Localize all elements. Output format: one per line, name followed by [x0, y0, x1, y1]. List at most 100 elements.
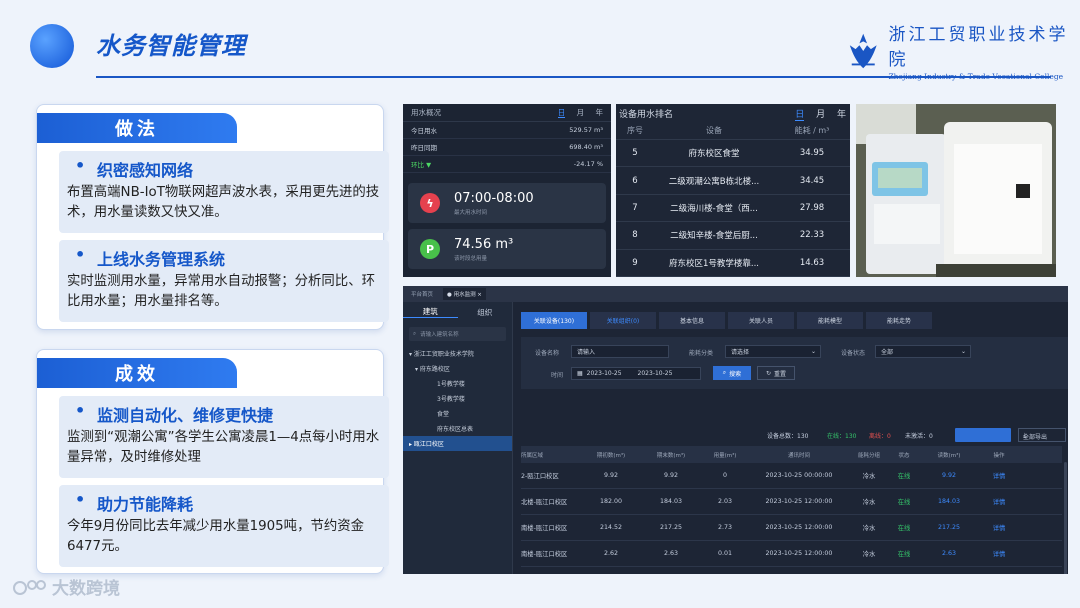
tree-node[interactable]: 1号教学楼 — [403, 376, 512, 391]
table-row: 南楼-瓯江口校区387.12387.490.372023-10-25 12:00… — [521, 567, 1062, 574]
cell-group: 冷水 — [862, 499, 876, 506]
cell-end: 2.63 — [663, 550, 679, 557]
tree-node[interactable]: ▾ 府东路校区 — [403, 361, 512, 376]
category-label: 能耗分类 — [689, 350, 714, 357]
ranking-row: 6 二级观潮公寓B栋北楼... 34.45 — [616, 167, 850, 195]
col-area: 所属区域 — [521, 452, 544, 459]
overview-row-value: 529.57 m³ — [569, 126, 603, 134]
ranking-device: 府东校区食堂 — [688, 149, 740, 160]
cell-comm-time: 2023-10-25 12:00:00 — [765, 550, 833, 557]
table-header-row: 所属区域 期初数(m³) 期末数(m³) 用量(m³) 通讯时间 能耗分组 状态… — [521, 446, 1062, 463]
category-select[interactable]: 请选择 ⌄ — [725, 345, 821, 358]
cell-detail-link[interactable]: 详情 — [979, 471, 1019, 480]
cell-group: 冷水 — [862, 473, 876, 480]
tab-basic-info[interactable]: 基本信息 — [659, 312, 725, 329]
col-end: 期末数(m³) — [656, 452, 686, 459]
cell-detail-link[interactable]: 详情 — [979, 497, 1019, 506]
building-search-input[interactable]: ⌕ 请输入建筑名称 — [409, 327, 506, 341]
tab-platform-home[interactable]: 平台首页 — [407, 288, 437, 300]
result-item: 监测自动化、维修更快捷 监测到“观潮公寓”各学生公寓凌晨1—4点每小时用水量异常… — [59, 396, 389, 478]
water-overview-panel: 用水概况 日 月 年 今日用水 529.57 m³ 昨日同期 698.40 m³ 环… — [403, 104, 611, 277]
chevron-down-icon: ⌄ — [810, 348, 816, 355]
date-range-picker[interactable]: ▦ 2023-10-25 2023-10-25 — [571, 367, 701, 380]
cell-end: 9.92 — [663, 472, 679, 479]
tab-related-people[interactable]: 关联人员 — [728, 312, 794, 329]
side-tab-building[interactable]: 建筑 — [403, 306, 458, 318]
table-row: 2-瓯江口校区 9.92 9.92 0 2023-10-25 00:00:00 冷水 在线 9… — [521, 463, 1062, 489]
cell-comm-time: 2023-10-25 00:00:00 — [765, 472, 833, 479]
tab-energy-trend[interactable]: 能耗走势 — [866, 312, 932, 329]
overview-row: 昨日同期 698.40 m³ — [403, 139, 611, 156]
result-item-body: 监测到“观潮公寓”各学生公寓凌晨1—4点每小时用水量异常，及时维修处理 — [67, 430, 380, 465]
ranking-no: 7 — [632, 202, 638, 213]
ranking-row: 9 府东校区1号教学楼靠... 14.63 — [616, 250, 850, 277]
overview-row-label: 今日用水 — [411, 127, 437, 135]
device-online: 在线：130 — [827, 433, 857, 440]
col-reading: 读数(m³) — [937, 452, 961, 459]
tree-node[interactable]: 府东校区总表 — [403, 421, 512, 436]
cell-start: 182.00 — [599, 498, 623, 505]
ranking-tab-year[interactable]: 年 — [837, 110, 846, 120]
peak-time-label: 最大用水时间 — [454, 209, 488, 216]
device-name-input[interactable]: 请输入 — [571, 345, 669, 358]
ranking-value: 34.95 — [799, 148, 825, 159]
period-total-box: P 74.56 m³ 该时段总用量 — [408, 229, 606, 269]
ranking-tab-day[interactable]: 日 — [795, 109, 805, 121]
cell-comm-time: 2023-10-25 12:00:00 — [765, 524, 833, 531]
tab-water-monitor[interactable]: ● 用水监测 × — [443, 288, 486, 300]
cell-reading: 184.03 — [937, 498, 961, 505]
tree-node[interactable]: ▾ 浙江工贸职业技术学院 — [403, 346, 512, 361]
overview-tab-day[interactable]: 日 — [557, 108, 566, 118]
status-select-value: 全部 — [881, 349, 894, 356]
table-row: 北楼-瓯江口校区 182.00 184.03 2.03 2023-10-25 12:00… — [521, 489, 1062, 515]
result-item: 助力节能降耗 今年9月份同比去年减少用水量1905吨，节约资金6477元。 — [59, 485, 389, 567]
ranking-value: 14.63 — [799, 257, 825, 268]
cell-detail-link[interactable]: 详情 — [979, 549, 1019, 558]
cell-end: 184.03 — [659, 498, 683, 505]
ranking-tab-month[interactable]: 月 — [816, 110, 825, 120]
method-item: 织密感知网络 布置高端NB-IoT物联网超声波水表，采用更先进的技术，用水量读数… — [59, 151, 389, 233]
table-row: 南楼-瓯江口校区 2.62 2.63 0.01 2023-10-25 12:00:00 冷… — [521, 541, 1062, 567]
tree-node[interactable]: 食堂 — [403, 406, 512, 421]
filter-panel: 设备名称 请输入 能耗分类 请选择 ⌄ 设备状态 全部 ⌄ 时间 ▦ 2023-10… — [521, 337, 1068, 389]
device-table: 所属区域 期初数(m³) 期末数(m³) 用量(m³) 通讯时间 能耗分组 状态… — [521, 446, 1062, 574]
side-tab-organization[interactable]: 组织 — [458, 307, 513, 318]
overview-row: 今日用水 529.57 m³ — [403, 122, 611, 139]
tab-related-orgs[interactable]: 关联组织(0) — [590, 312, 656, 329]
overview-row-value: 698.40 m³ — [569, 143, 603, 151]
reset-button[interactable]: ↻ 重置 — [757, 366, 795, 380]
cell-reading: 9.92 — [941, 472, 957, 479]
col-action: 操作 — [993, 452, 1005, 459]
overview-tab-year[interactable]: 年 — [596, 108, 604, 117]
main-tabs: 关联设备(130) 关联组织(0) 基本信息 关联人员 能耗模型 能耗走势 — [521, 312, 1068, 329]
tree-node-selected[interactable]: ▸ 瓯江口校区 — [403, 436, 512, 451]
system-tab-bar: 平台首页 ● 用水监测 × — [403, 286, 1068, 302]
result-item-title: 监测自动化、维修更快捷 — [67, 401, 381, 426]
date-from: 2023-10-25 — [586, 370, 622, 377]
search-button[interactable]: ⌕ 搜索 — [713, 366, 751, 380]
overview-row-label: 昨日同期 — [411, 144, 437, 152]
method-item-body: 实时监测用水量，异常用水自动报警；分析同比、环比用水量；用水量排名等。 — [67, 274, 375, 309]
export-all-button[interactable]: ⤓ 全部导出 — [1018, 428, 1066, 442]
ranking-col-device: 设备 — [706, 126, 722, 135]
watermark-text: 大数跨境 — [52, 579, 120, 599]
batch-action-button[interactable] — [955, 428, 1011, 442]
device-offline: 离线：0 — [869, 433, 891, 440]
table-row: 南楼-瓯江口校区 214.52 217.25 2.73 2023-10-25 12:00… — [521, 515, 1062, 541]
tab-related-devices[interactable]: 关联设备(130) — [521, 312, 587, 329]
peak-time-box: ϟ 07:00-08:00 最大用水时间 — [408, 183, 606, 223]
time-label: 时间 — [551, 372, 564, 379]
status-label: 设备状态 — [841, 350, 866, 357]
col-usage: 用量(m³) — [713, 452, 737, 459]
result-item-body: 今年9月份同比去年减少用水量1905吨，节约资金6477元。 — [67, 519, 365, 554]
cell-detail-link[interactable]: 详情 — [979, 523, 1019, 532]
table-scrollbar[interactable] — [1064, 462, 1067, 574]
tree-node[interactable]: 3号教学楼 — [403, 391, 512, 406]
status-select[interactable]: 全部 ⌄ — [875, 345, 971, 358]
tab-energy-model[interactable]: 能耗模型 — [797, 312, 863, 329]
period-total-label: 该时段总用量 — [454, 255, 488, 262]
ranking-col-no: 序号 — [627, 126, 643, 135]
device-name-label: 设备名称 — [535, 350, 560, 357]
overview-tab-month[interactable]: 月 — [577, 108, 585, 117]
methods-heading: 做法 — [37, 113, 237, 143]
